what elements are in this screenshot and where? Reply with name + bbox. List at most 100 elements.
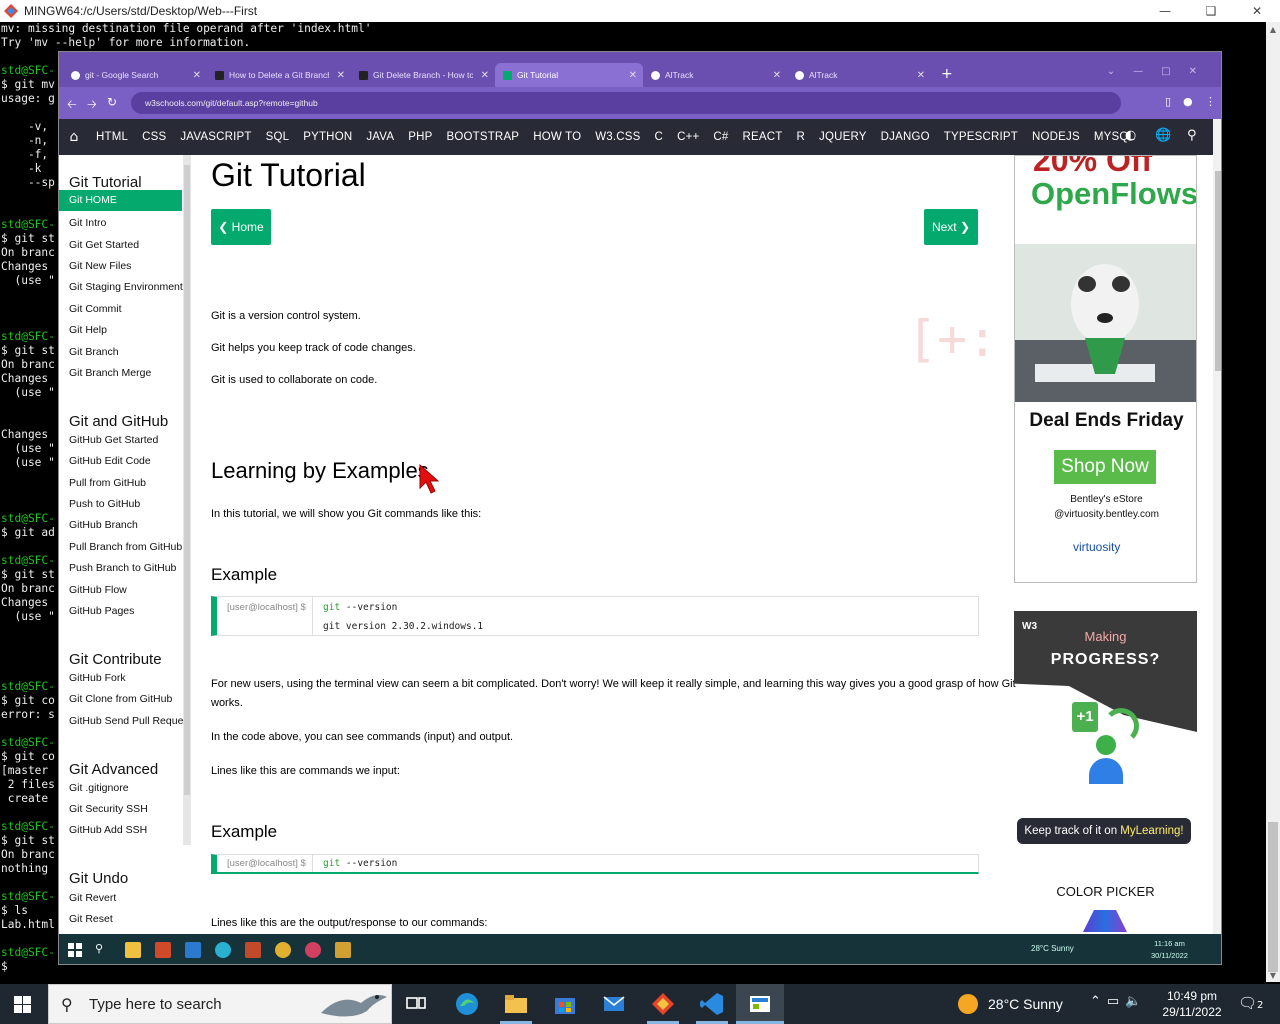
terminal-scroll-thumb[interactable] — [1268, 822, 1278, 972]
sidebar-item[interactable]: Git Commit — [69, 303, 122, 315]
sidebar-scrollbar[interactable] — [183, 155, 191, 845]
shop-now-button[interactable]: Shop Now — [1054, 450, 1156, 484]
next-button[interactable]: Next ❯ — [924, 209, 978, 245]
page-scrollbar[interactable] — [1213, 119, 1221, 964]
sidebar-item[interactable]: Git Security SSH — [69, 803, 148, 815]
tab-active[interactable]: Git Tutorial ✕ — [495, 63, 643, 87]
home-icon[interactable]: ⌂ — [59, 129, 89, 145]
system-tray-icons[interactable]: ⌃▭🔈 — [1090, 994, 1147, 1009]
sidebar-item[interactable]: GitHub Branch — [69, 519, 138, 531]
sidebar-item[interactable]: Pull Branch from GitHub — [69, 541, 182, 553]
contrast-icon[interactable]: ◐ — [1125, 128, 1136, 143]
sidebar-item[interactable]: Pull from GitHub — [69, 477, 146, 489]
topnav-item[interactable]: REACT — [736, 131, 790, 143]
tab[interactable]: How to Delete a Git Branch Both✕ — [207, 63, 351, 87]
file-explorer-icon[interactable] — [504, 992, 528, 1016]
topnav-item[interactable]: SQL — [259, 131, 297, 143]
reload-icon[interactable]: ↻ — [107, 95, 117, 109]
terminal-scrollbar[interactable]: ▲ ▼ — [1266, 22, 1280, 982]
scroll-up-icon[interactable]: ▲ — [1266, 22, 1280, 36]
clock[interactable]: 10:49 pm 29/11/2022 — [1158, 988, 1226, 1020]
sidebar-item[interactable]: Git Revert — [69, 892, 116, 904]
topnav-item[interactable]: C — [648, 131, 671, 143]
topnav-item[interactable]: NODEJS — [1025, 131, 1087, 143]
sidebar-item[interactable]: Git New Files — [69, 260, 131, 272]
close-tab-icon[interactable]: ✕ — [337, 70, 345, 81]
sidebar-item[interactable]: Git .gitignore — [69, 782, 129, 794]
tab[interactable]: git - Google Search ✕ — [63, 63, 207, 87]
progress-banner[interactable]: W3 Making PROGRESS? — [1014, 611, 1197, 732]
sidebar-item[interactable]: Git Reset — [69, 913, 113, 925]
topnav-item[interactable]: BOOTSTRAP — [439, 131, 526, 143]
new-tab-button[interactable]: + — [941, 66, 953, 82]
sidebar-item[interactable]: Git Branch — [69, 346, 119, 358]
sidebar-item[interactable]: Push Branch to GitHub — [69, 562, 176, 574]
topnav-item[interactable]: CSS — [135, 131, 173, 143]
topnav-item[interactable]: R — [790, 131, 813, 143]
close-tab-icon[interactable]: ✕ — [773, 70, 781, 81]
tab[interactable]: AlTrack ✕ — [643, 63, 787, 87]
forward-icon[interactable]: 🡢 — [87, 95, 97, 116]
notification-icon[interactable]: 🗨2 — [1238, 994, 1263, 1012]
topnav-item[interactable]: HTML — [89, 131, 135, 143]
tab[interactable]: Git Delete Branch - How to Re...✕ — [351, 63, 495, 87]
sidebar-item[interactable]: GitHub Send Pull Request — [69, 715, 183, 727]
paint-icon[interactable] — [748, 992, 772, 1016]
url-field[interactable]: w3schools.com/git/default.asp?remote=git… — [131, 92, 1121, 114]
vscode-icon[interactable] — [700, 992, 724, 1016]
topnav-item[interactable]: W3.CSS — [588, 131, 647, 143]
tab[interactable]: AlTrack ✕ — [787, 63, 931, 87]
home-button[interactable]: ❮ Home — [211, 209, 271, 245]
mylearning-button[interactable]: Keep track of it on MyLearning! — [1017, 818, 1191, 844]
mail-icon[interactable] — [602, 992, 626, 1016]
topnav-item[interactable]: DJANGO — [874, 131, 937, 143]
sidebar-item-active[interactable]: Git HOME — [59, 190, 182, 211]
sidebar-item[interactable]: GitHub Add SSH — [69, 824, 147, 836]
sidebar-item[interactable]: Git Intro — [69, 217, 106, 229]
topnav-item[interactable]: C++ — [670, 131, 706, 143]
color-picker-icon[interactable] — [1083, 910, 1127, 932]
sidebar-item[interactable]: Git Clone from GitHub — [69, 693, 172, 705]
close-tab-icon[interactable]: ✕ — [193, 70, 201, 81]
sidebar-item[interactable]: GitHub Flow — [69, 584, 127, 596]
sidebar-icon[interactable]: ▯ — [1165, 95, 1171, 108]
close-button[interactable]: ✕ — [1234, 0, 1280, 22]
sidebar-item[interactable]: GitHub Edit Code — [69, 455, 151, 467]
store-icon[interactable] — [553, 992, 577, 1016]
topnav-item[interactable]: JAVASCRIPT — [173, 131, 258, 143]
topnav-item[interactable]: TYPESCRIPT — [937, 131, 1025, 143]
topnav-item[interactable]: JAVA — [359, 131, 401, 143]
sidebar-item[interactable]: GitHub Get Started — [69, 434, 158, 446]
profile-icon[interactable]: ● — [1183, 95, 1193, 108]
sidebar-item[interactable]: Git Get Started — [69, 239, 139, 251]
close-tab-icon[interactable]: ✕ — [481, 70, 489, 81]
back-icon[interactable]: 🡠 — [67, 95, 77, 116]
sidebar-item[interactable]: Git Help — [69, 324, 107, 336]
taskbar-search-box[interactable]: ⚲ Type here to search — [48, 984, 392, 1024]
weather-widget[interactable]: 28°C Sunny — [958, 994, 1063, 1014]
topnav-item[interactable]: PYTHON — [296, 131, 359, 143]
terminal-line: --sp — [1, 176, 55, 189]
scroll-down-icon[interactable]: ▼ — [1266, 968, 1280, 982]
git-bash-icon[interactable] — [651, 992, 675, 1016]
menu-icon[interactable]: ⋮ — [1205, 95, 1216, 108]
close-tab-icon[interactable]: ✕ — [629, 70, 637, 81]
sidebar-item[interactable]: Push to GitHub — [69, 498, 140, 510]
task-view-icon[interactable] — [404, 992, 428, 1016]
close-tab-icon[interactable]: ✕ — [917, 70, 925, 81]
search-icon[interactable]: ⚲ — [1187, 128, 1197, 143]
maximize-button[interactable]: ❑ — [1188, 0, 1234, 22]
minimize-button[interactable]: — — [1142, 0, 1188, 22]
sidebar-item[interactable]: Git Branch Merge — [69, 367, 151, 379]
sidebar-item[interactable]: Git Staging Environment — [69, 281, 183, 293]
globe-icon[interactable]: 🌐 — [1155, 128, 1171, 143]
sidebar-item[interactable]: GitHub Pages — [69, 605, 134, 617]
edge-icon[interactable] — [455, 992, 479, 1016]
sidebar-item[interactable]: GitHub Fork — [69, 672, 126, 684]
openflows-ad[interactable]: 20% Off OpenFlows Deal Ends Friday Shop … — [1014, 155, 1197, 583]
windows-start-icon[interactable] — [14, 996, 31, 1013]
topnav-item[interactable]: HOW TO — [526, 131, 588, 143]
topnav-item[interactable]: JQUERY — [812, 131, 874, 143]
topnav-item[interactable]: PHP — [401, 131, 439, 143]
topnav-item[interactable]: C# — [706, 131, 735, 143]
